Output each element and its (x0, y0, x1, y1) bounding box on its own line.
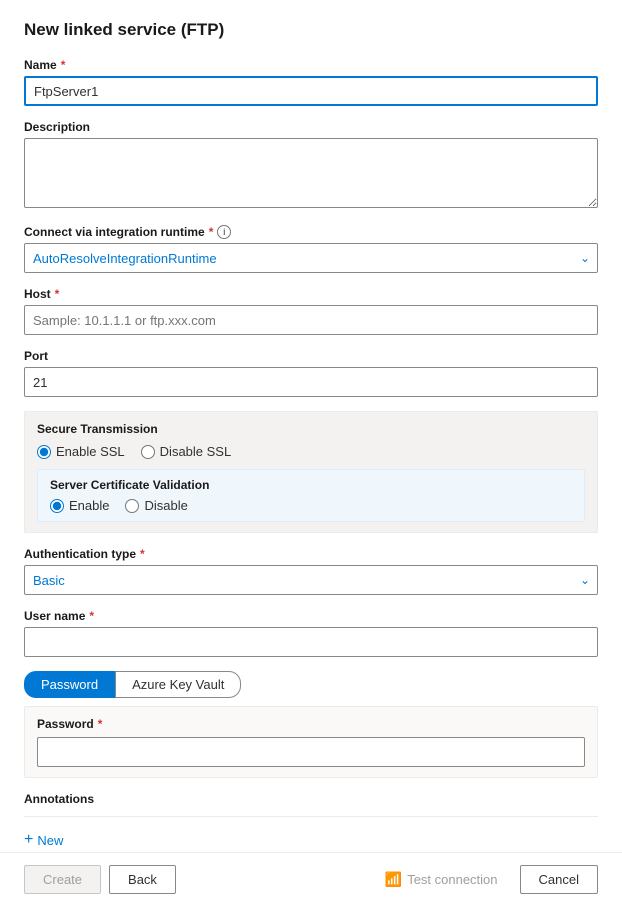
name-input[interactable] (24, 76, 598, 106)
username-field-group: User name * (24, 609, 598, 657)
runtime-required-star: * (209, 225, 214, 239)
cert-validation-box: Server Certificate Validation Enable Dis… (37, 469, 585, 522)
auth-type-field-group: Authentication type * Basic ⌄ (24, 547, 598, 595)
runtime-select-wrapper: AutoResolveIntegrationRuntime ⌄ (24, 243, 598, 273)
cert-radio-group: Enable Disable (50, 498, 572, 513)
annotations-divider (24, 816, 598, 817)
ssl-radio-group: Enable SSL Disable SSL (37, 444, 585, 459)
disable-cert-label: Disable (144, 498, 187, 513)
disable-ssl-option[interactable]: Disable SSL (141, 444, 232, 459)
name-label: Name * (24, 58, 598, 72)
enable-cert-radio[interactable] (50, 499, 64, 513)
port-field-group: Port (24, 349, 598, 397)
annotations-label: Annotations (24, 792, 598, 806)
cancel-button[interactable]: Cancel (520, 865, 598, 894)
disable-ssl-label: Disable SSL (160, 444, 232, 459)
new-annotation-button[interactable]: + New (24, 827, 63, 852)
auth-type-label: Authentication type * (24, 547, 598, 561)
plus-icon: + (24, 831, 33, 849)
create-button[interactable]: Create (24, 865, 101, 894)
host-field-group: Host * (24, 287, 598, 335)
auth-type-select-wrapper: Basic ⌄ (24, 565, 598, 595)
enable-cert-option[interactable]: Enable (50, 498, 109, 513)
password-tab-group: Password Azure Key Vault Password * (24, 671, 598, 778)
name-field-group: Name * (24, 58, 598, 106)
port-input[interactable] (24, 367, 598, 397)
runtime-label: Connect via integration runtime * i (24, 225, 598, 239)
panel-body: New linked service (FTP) Name * Descript… (0, 0, 622, 852)
host-input[interactable] (24, 305, 598, 335)
credential-tab-group: Password Azure Key Vault (24, 671, 598, 698)
description-input[interactable] (24, 138, 598, 208)
back-button[interactable]: Back (109, 865, 176, 894)
password-required-star: * (98, 717, 103, 731)
password-section-label: Password * (37, 717, 585, 731)
host-label: Host * (24, 287, 598, 301)
disable-cert-radio[interactable] (125, 499, 139, 513)
disable-ssl-radio[interactable] (141, 445, 155, 459)
test-connection-button[interactable]: 📶 Test connection (371, 865, 512, 894)
password-tab[interactable]: Password (24, 671, 115, 698)
disable-cert-option[interactable]: Disable (125, 498, 187, 513)
name-required-star: * (61, 58, 66, 72)
host-required-star: * (55, 287, 60, 301)
secure-transmission-section: Secure Transmission Enable SSL Disable S… (24, 411, 598, 533)
username-required-star: * (89, 609, 94, 623)
runtime-select[interactable]: AutoResolveIntegrationRuntime (24, 243, 598, 273)
enable-ssl-option[interactable]: Enable SSL (37, 444, 125, 459)
password-input[interactable] (37, 737, 585, 767)
enable-cert-label: Enable (69, 498, 109, 513)
panel-footer: Create Back 📶 Test connection Cancel (0, 852, 622, 906)
auth-type-select[interactable]: Basic (24, 565, 598, 595)
description-label: Description (24, 120, 598, 134)
enable-ssl-label: Enable SSL (56, 444, 125, 459)
annotations-section: Annotations + New (24, 792, 598, 852)
wifi-icon: 📶 (385, 871, 402, 888)
description-field-group: Description (24, 120, 598, 211)
azure-keyvault-tab[interactable]: Azure Key Vault (115, 671, 241, 698)
panel-title: New linked service (FTP) (24, 20, 598, 40)
runtime-field-group: Connect via integration runtime * i Auto… (24, 225, 598, 273)
cert-validation-label: Server Certificate Validation (50, 478, 572, 492)
secure-transmission-label: Secure Transmission (37, 422, 585, 436)
username-input[interactable] (24, 627, 598, 657)
password-section: Password * (24, 706, 598, 778)
new-linked-service-panel: New linked service (FTP) Name * Descript… (0, 0, 622, 906)
port-label: Port (24, 349, 598, 363)
runtime-info-icon[interactable]: i (217, 225, 231, 239)
auth-required-star: * (140, 547, 145, 561)
username-label: User name * (24, 609, 598, 623)
enable-ssl-radio[interactable] (37, 445, 51, 459)
